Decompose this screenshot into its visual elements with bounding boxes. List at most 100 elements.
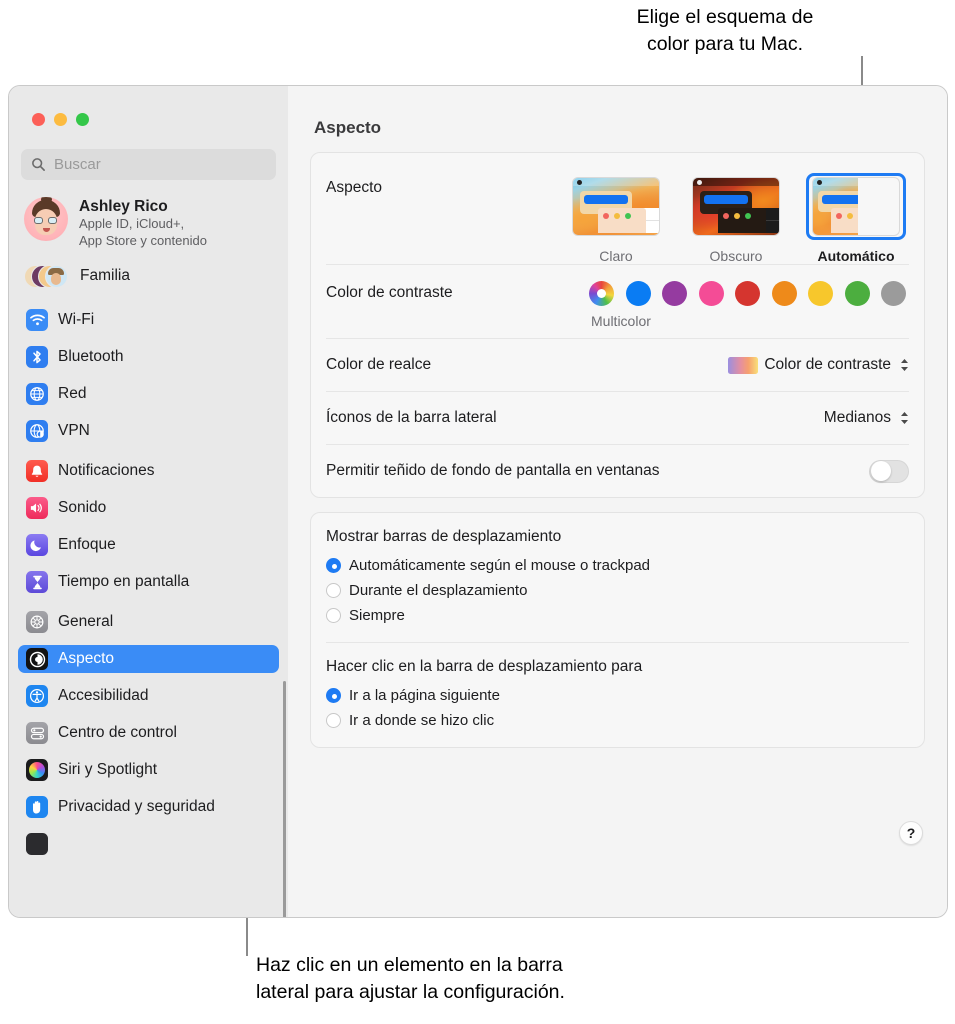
appearance-icon [26,648,48,670]
radio-next-page[interactable] [326,688,341,703]
accent-color-caption: Multicolor [591,313,651,329]
wifi-icon [26,309,48,331]
appearance-option-light[interactable]: Claro [566,173,666,264]
accessibility-icon [26,685,48,707]
sidebar-group-alerts: Notificaciones Sonido Enfoque Tiempo en … [18,457,279,596]
account-subtitle-line1: Apple ID, iCloud+, [79,216,185,231]
wallpaper-tint-label: Permitir teñido de fondo de pantalla en … [326,462,660,479]
sidebar-item-siri-y-spotlight[interactable]: Siri y Spotlight [18,756,279,784]
sidebar-item-family[interactable]: Familia [24,258,279,294]
radio-auto-label: Automáticamente según el mouse o trackpa… [349,557,651,574]
radio-always[interactable] [326,608,341,623]
sidebar-item-centro-de-control-label: Centro de control [58,724,177,741]
sidebar-item-aspecto[interactable]: Aspecto [18,645,279,673]
highlight-color-popup-button[interactable]: Color de contraste [728,356,909,374]
highlight-color-value: Color de contraste [764,356,891,373]
radio-row-when-scrolling[interactable]: Durante el desplazamiento [326,578,909,603]
globe-icon [26,383,48,405]
sidebar-item-red[interactable]: Red [18,380,279,408]
accent-color-label: Color de contraste [326,284,453,301]
search-field[interactable] [21,149,276,180]
wallpaper-tint-row: Permitir teñido de fondo de pantalla en … [326,444,909,497]
highlight-color-row: Color de realce Color de contraste [326,338,909,391]
chevron-up-down-icon [900,411,909,425]
maximize-button[interactable] [76,113,89,126]
radio-jump-to-spot-label: Ir a donde se hizo clic [349,712,495,729]
scrollbar-card: Mostrar barras de desplazamiento Automát… [310,512,925,748]
scrollbar-click-section: Hacer clic en la barra de desplazamiento… [326,642,909,733]
sidebar-item-tiempo-en-pantalla-label: Tiempo en pantalla [58,573,190,590]
sidebar-scrollbar[interactable] [282,681,286,917]
sidebar-item-privacidad-y-seguridad-label: Privacidad y seguridad [58,798,215,815]
appearance-option-dark-label: Obscuro [709,248,763,264]
sidebar-item-vpn-label: VPN [58,422,90,439]
accent-swatch-yellow[interactable] [808,281,833,306]
sidebar-item-vpn[interactable]: VPN [18,417,279,445]
appearance-option-auto[interactable]: Automático [806,173,906,264]
search-input[interactable] [54,156,266,173]
sidebar-item-general[interactable]: General [18,608,279,636]
account-row[interactable]: Ashley Rico Apple ID, iCloud+, App Store… [24,197,279,249]
sidebar-item-centro-de-control[interactable]: Centro de control [18,719,279,747]
sidebar-item-sonido-label: Sonido [58,499,107,516]
sidebar-item-siri-y-spotlight-label: Siri y Spotlight [58,761,158,778]
radio-jump-to-spot[interactable] [326,713,341,728]
desktop-dock-icon [26,833,48,855]
radio-row-auto[interactable]: Automáticamente según el mouse o trackpa… [326,553,909,578]
sidebar-item-wifi[interactable]: Wi-Fi [18,306,279,334]
close-button[interactable] [32,113,45,126]
accent-color-row: Color de contraste Multicolor [326,264,909,338]
sidebar-item-accesibilidad[interactable]: Accesibilidad [18,682,279,710]
radio-row-always[interactable]: Siempre [326,603,909,628]
account-subtitle-line2: App Store y contenido [79,232,207,248]
appearance-option-light-label: Claro [599,248,633,264]
accent-swatch-orange[interactable] [771,281,797,306]
appearance-row: Aspecto Claro Obscuro Automático [326,153,909,264]
toggle-knob [871,461,891,481]
sidebar-icons-value: Medianos [823,409,891,426]
sidebar-item-red-label: Red [58,385,87,402]
accent-swatch-multicolor[interactable] [589,281,614,306]
sidebar-icons-popup-button[interactable]: Medianos [824,409,909,427]
vpn-globe-icon [26,420,48,442]
sidebar-item-family-label: Familia [80,267,130,284]
sidebar-item-general-label: General [58,613,114,630]
radio-always-label: Siempre [349,607,405,624]
accent-swatch-blue[interactable] [625,281,651,306]
family-avatars-icon [24,261,70,291]
appearance-option-dark[interactable]: Obscuro [686,173,786,264]
bluetooth-icon [26,346,48,368]
sidebar-item-privacidad-y-seguridad[interactable]: Privacidad y seguridad [18,793,279,821]
appearance-thumb-light[interactable] [566,173,666,240]
appearance-label: Aspecto [326,179,383,196]
accent-swatch-purple[interactable] [662,281,687,306]
sidebar-item-enfoque[interactable]: Enfoque [18,531,279,559]
radio-auto[interactable] [326,558,341,573]
help-button[interactable]: ? [899,821,923,845]
scrollbar-click-heading: Hacer clic en la barra de desplazamiento… [326,658,643,675]
appearance-card: Aspecto Claro Obscuro Automático Color d… [310,152,925,498]
accent-color-swatches [589,281,906,306]
radio-row-jump-to-spot[interactable]: Ir a donde se hizo clic [326,708,909,733]
sidebar-item-bluetooth[interactable]: Bluetooth [18,343,279,371]
accent-swatch-green[interactable] [844,281,870,306]
appearance-thumb-dark[interactable] [686,173,786,240]
sidebar-item-partially-visible[interactable] [18,830,279,858]
sidebar-item-wifi-label: Wi-Fi [58,311,95,328]
radio-when-scrolling-label: Durante el desplazamiento [349,582,528,599]
radio-when-scrolling[interactable] [326,583,341,598]
accent-swatch-pink[interactable] [698,281,724,306]
accent-swatch-red[interactable] [735,281,760,306]
sidebar-group-system: General Aspecto Accesibilidad Centro de … [18,608,279,858]
accent-swatch-graphite[interactable] [881,281,906,306]
radio-row-next-page[interactable]: Ir a la página siguiente [326,683,909,708]
minimize-button[interactable] [54,113,67,126]
sidebar-item-notificaciones[interactable]: Notificaciones [18,457,279,485]
appearance-thumb-auto[interactable] [806,173,906,240]
moon-icon [26,534,48,556]
sidebar-item-aspecto-label: Aspecto [58,650,115,667]
sidebar-item-tiempo-en-pantalla[interactable]: Tiempo en pantalla [18,568,279,596]
wallpaper-tint-toggle[interactable] [869,459,909,483]
control-center-icon [26,722,48,744]
sidebar-item-sonido[interactable]: Sonido [18,494,279,522]
